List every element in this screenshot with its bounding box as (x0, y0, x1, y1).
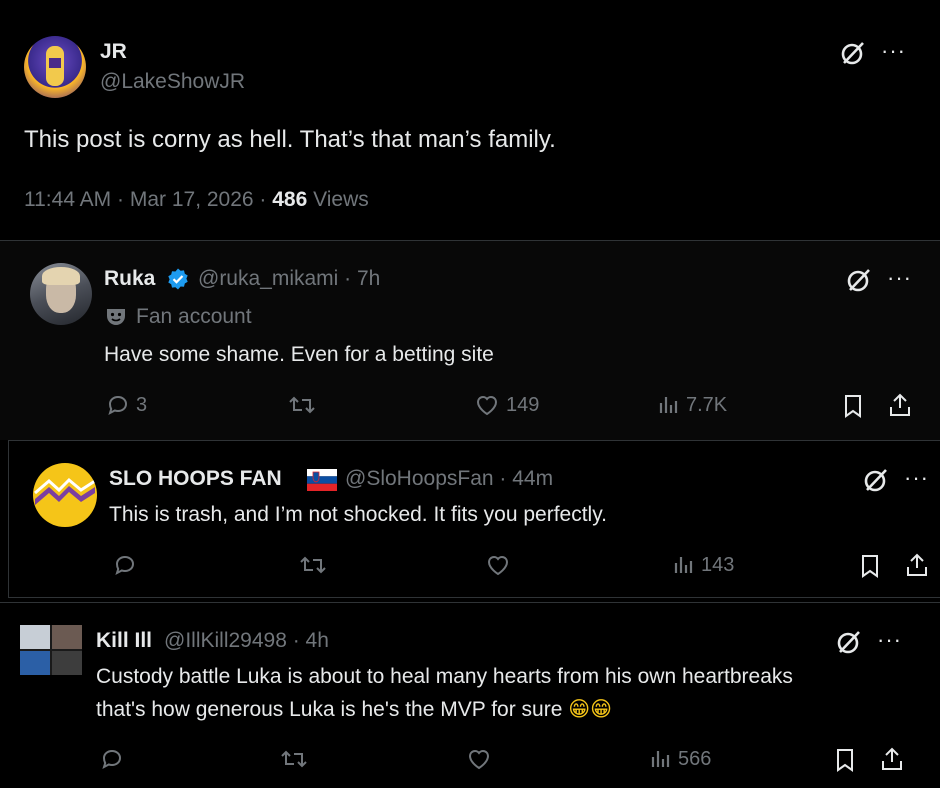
views-label: Views (313, 188, 369, 211)
views-action[interactable]: 566 (650, 747, 711, 771)
views-action[interactable]: 7.7K (658, 393, 727, 417)
reply-text-line-2-text: that's how generous Luka is he's the MVP… (96, 698, 563, 721)
analytics-icon (659, 397, 678, 413)
slovenia-flag-icon (307, 469, 337, 491)
author-name[interactable]: Kill Ill (96, 629, 152, 653)
like-action[interactable] (485, 553, 511, 577)
author-name[interactable]: SLO HOOPS FAN (109, 467, 282, 491)
avatar[interactable] (33, 463, 97, 527)
view-count: 7.7K (686, 393, 728, 416)
view-count: 143 (701, 553, 735, 576)
like-action[interactable] (466, 747, 492, 771)
mask-icon (104, 305, 128, 329)
heart-icon (487, 556, 509, 576)
share-icon[interactable] (888, 392, 912, 418)
like-action[interactable]: 149 (474, 393, 539, 417)
avatar[interactable] (30, 263, 92, 325)
more-options-icon[interactable]: ··· (881, 40, 906, 62)
bookmark-icon[interactable] (859, 553, 881, 579)
author-name[interactable]: Ruka (104, 267, 155, 291)
avatar[interactable] (24, 36, 86, 98)
bookmark-icon[interactable] (834, 747, 856, 773)
author-name[interactable]: JR (100, 40, 127, 64)
reply-ruka[interactable]: Ruka @ruka_mikami · 7h ··· Fan account H… (0, 240, 940, 440)
grok-icon[interactable] (840, 40, 866, 71)
reply-icon (102, 749, 122, 769)
repost-action[interactable] (288, 393, 316, 417)
reply-action[interactable] (113, 553, 137, 577)
share-icon[interactable] (880, 746, 904, 772)
share-icon[interactable] (905, 552, 929, 578)
reply-action[interactable] (100, 747, 124, 771)
grok-icon[interactable] (836, 629, 862, 660)
reply-kill-ill[interactable]: Kill Ill @IllKill29498 · 4h ··· Custody … (0, 602, 940, 788)
post-text: This post is corny as hell. That’s that … (24, 126, 556, 153)
repost-action[interactable] (299, 553, 327, 577)
main-post: JR @LakeShowJR ··· This post is corny as… (6, 8, 940, 240)
repost-icon (289, 396, 315, 414)
heart-icon (476, 396, 498, 416)
more-options-icon[interactable]: ··· (877, 629, 902, 651)
analytics-icon (674, 557, 693, 573)
more-options-icon[interactable]: ··· (904, 467, 929, 489)
analytics-icon (651, 751, 670, 767)
handle-time[interactable]: @SloHoopsFan · 44m (345, 467, 553, 491)
reply-count: 3 (136, 393, 148, 416)
views-action[interactable]: 143 (673, 553, 734, 577)
post-meta: 11:44 AM · Mar 17, 2026 · 486 Views (24, 188, 369, 212)
grin-emoji: 😁😁 (568, 697, 613, 721)
like-count: 149 (506, 393, 540, 416)
repost-icon (300, 556, 326, 574)
author-handle[interactable]: @LakeShowJR (100, 70, 245, 94)
verified-badge-icon (166, 267, 190, 291)
heart-icon (468, 750, 490, 770)
grok-icon[interactable] (863, 467, 889, 498)
fan-account-label: Fan account (136, 305, 252, 328)
repost-action[interactable] (280, 747, 308, 771)
reply-slo-hoops-fan[interactable]: SLO HOOPS FAN @SloHoopsFan · 44m ··· Thi… (8, 440, 940, 598)
reply-icon (115, 555, 135, 575)
reply-icon (108, 395, 128, 415)
handle-time[interactable]: @IllKill29498 · 4h (164, 629, 329, 653)
reply-text-line-1: Custody battle Luka is about to heal man… (96, 665, 793, 688)
more-options-icon[interactable]: ··· (887, 267, 912, 289)
view-count: 566 (678, 747, 712, 770)
reply-text: Have some shame. Even for a betting site (104, 343, 494, 366)
post-timestamp[interactable]: 11:44 AM · Mar 17, 2026 · (24, 188, 266, 211)
views-count: 486 (272, 188, 308, 211)
bookmark-icon[interactable] (842, 393, 864, 419)
reply-text-line-2: that's how generous Luka is he's the MVP… (96, 697, 612, 722)
avatar[interactable] (20, 625, 82, 675)
reply-action[interactable]: 3 (106, 393, 147, 417)
handle-time[interactable]: @ruka_mikami · 7h (198, 267, 380, 291)
grok-icon[interactable] (846, 267, 872, 298)
repost-icon (281, 750, 307, 768)
reply-text: This is trash, and I’m not shocked. It f… (109, 503, 607, 526)
